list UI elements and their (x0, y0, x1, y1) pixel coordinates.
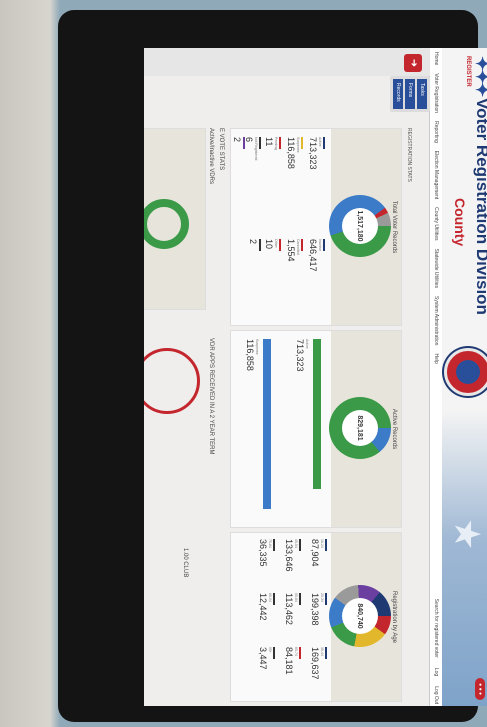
active-bar (313, 339, 321, 489)
header-banner: ✦✦✦ REGISTER Voter Registration Division… (442, 48, 487, 706)
apps-ring (144, 348, 200, 414)
age-center: 840,740 (342, 598, 378, 634)
site-logo[interactable]: ✦✦✦ REGISTER (452, 56, 487, 95)
age-55-64: 55-64 113,462 (284, 593, 301, 625)
nav-system-administration[interactable]: System Administration (433, 296, 439, 345)
active-records-panel: Active Records 829,181 Active 713,323 Sus… (230, 330, 402, 528)
age-75-84: 75-84 36,335 (258, 539, 275, 567)
monitor-screen: ✦✦✦ REGISTER Voter Registration Division… (144, 48, 487, 706)
age-65-74: 65-74 84,181 (284, 647, 301, 675)
nav-home[interactable]: Home (433, 52, 439, 65)
page-title: Voter Registration Division (473, 98, 487, 315)
nav-search-voter[interactable]: Search for registered voter (433, 599, 439, 658)
breadcrumb: REGISTRATION STATS (406, 128, 412, 182)
age-35-44: 35-44 169,637 (310, 647, 327, 680)
activity-label: Active/Inactive VDRs (208, 128, 214, 185)
back-arrow-button[interactable]: ➜ (404, 54, 422, 72)
records-button[interactable]: Records (393, 79, 403, 109)
age-45-54: 45-54 133,646 (284, 539, 301, 572)
nav-reporting[interactable]: Reporting (433, 121, 439, 143)
lower-section-label: E VOTE STATS (218, 128, 224, 171)
total-records-center: 1,517,180 (342, 208, 378, 244)
nav-election-management[interactable]: Election Management (433, 151, 439, 199)
total-records-title: Total Voter Records (391, 200, 397, 254)
age-title: Registration by Age (391, 590, 397, 644)
active-records-title: Active Records (391, 408, 397, 450)
active-records-donut: 829,181 (329, 397, 391, 459)
apps-label: VDR APPS RECEIVED IN A 2 YEAR TERM (208, 338, 214, 455)
age-85-94: 85-94 12,442 (258, 593, 275, 621)
age-95-plus: 95+ 3,447 (258, 647, 275, 670)
age-25-34: 25-34 199,398 (310, 593, 327, 626)
stat-extra-2: 2 (232, 137, 245, 149)
age-18-24: 18-24 87,904 (310, 539, 327, 567)
suspense-bar (263, 339, 271, 509)
star-icon: ★ (447, 518, 487, 551)
logo-text: REGISTER (465, 56, 471, 87)
forms-button[interactable]: Forms (405, 79, 415, 109)
stat-inactive: Inactive 646,417 (308, 239, 325, 272)
table-label: 1.00 CLUB (182, 548, 188, 578)
age-donut: 840,740 (329, 585, 391, 647)
stat-active: Active 713,323 (308, 137, 325, 170)
stat-suspense: Suspense 116,858 (286, 137, 303, 169)
stat-not-registered: Not Registered 6 (244, 137, 261, 160)
stat-pending: Pending 11 (264, 137, 281, 150)
monitor-bezel: ✦✦✦ REGISTER Voter Registration Division… (58, 10, 487, 722)
total-records-donut: 1,517,180 (329, 195, 391, 257)
nav-help[interactable]: Help (433, 353, 439, 363)
side-panel: ➜ (144, 48, 430, 76)
active-records-center: 829,181 (342, 410, 378, 446)
nav-statewide-utilities[interactable]: Statewide Utilities (433, 249, 439, 288)
user-badge[interactable]: ● ● ● (475, 678, 485, 700)
stat-other: Other 10 (264, 239, 281, 251)
nav-voter-registration[interactable]: Voter Registration (433, 73, 439, 113)
main-nav: Home Voter Registration Reporting Electi… (429, 48, 442, 706)
activity-box (144, 128, 206, 310)
stat-extra-1: 2 (248, 239, 261, 251)
logo-figures-icon: ✦✦✦ (472, 56, 487, 96)
activity-ring (144, 199, 189, 249)
age-panel: Registration by Age 840,740 18-24 87,904 … (230, 532, 402, 702)
page-subtitle: County (452, 198, 468, 247)
nav-county-utilities[interactable]: County Utilities (433, 207, 439, 240)
active-stat-suspense: Suspense 116,858 (245, 339, 259, 371)
stat-cancelled: Cancelled 1,554 (286, 239, 303, 262)
county-seal-icon (444, 348, 487, 396)
total-records-panel: Total Voter Records 1,517,180 Active 713,… (230, 128, 402, 326)
user-bar: ● ● ● (475, 678, 487, 700)
nav-logout[interactable]: Log Out (433, 686, 439, 704)
active-stat-active: Active 713,323 (295, 339, 309, 372)
nav-log[interactable]: Log (433, 668, 439, 676)
side-buttons: Tasks Forms Records (390, 76, 430, 112)
tasks-button[interactable]: Tasks (417, 79, 427, 109)
